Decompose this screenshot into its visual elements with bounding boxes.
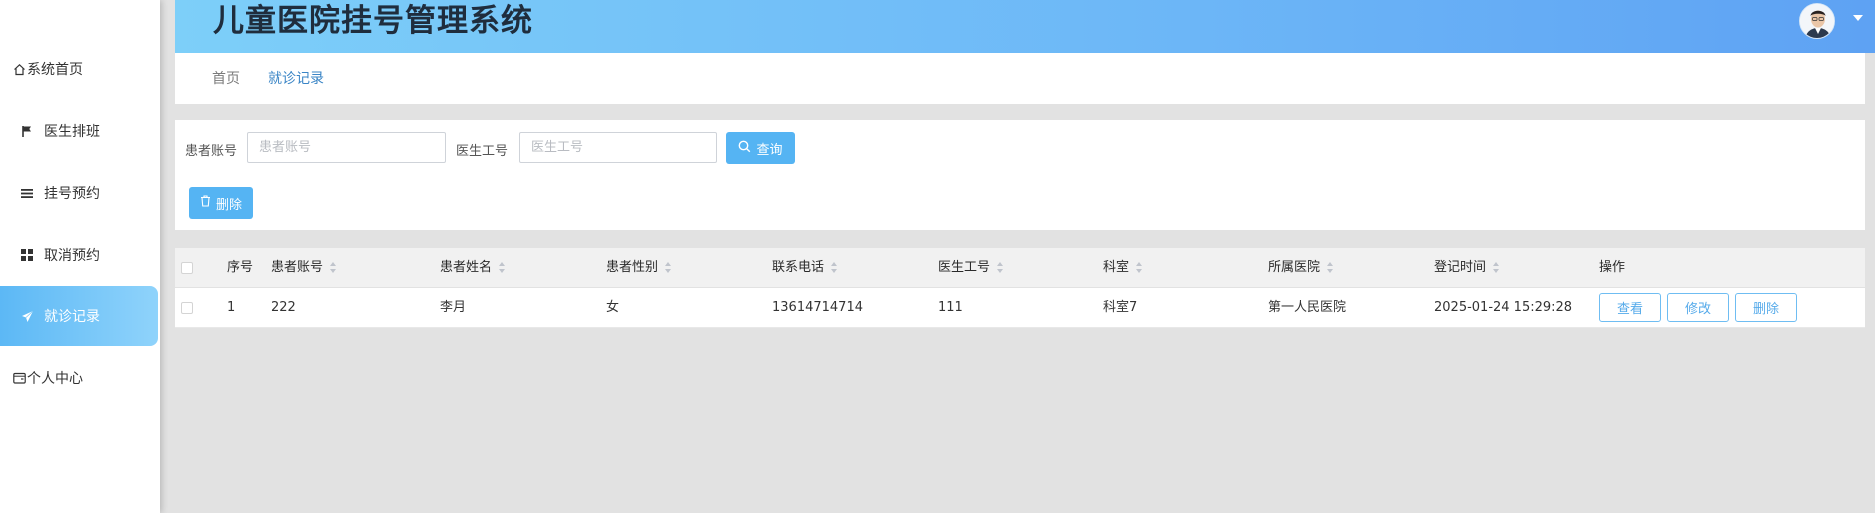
filter-panel: 患者账号 医生工号 查询 删除 bbox=[175, 120, 1865, 230]
doctor-id-input[interactable] bbox=[519, 132, 717, 163]
bulk-delete-button[interactable]: 删除 bbox=[189, 187, 253, 219]
column-header-doctor-id[interactable]: 医生工号 bbox=[938, 248, 1004, 288]
table-header: 序号 患者账号 患者姓名 患者性别 联系电话 医生工号 科室 所属医院 登记时间… bbox=[175, 248, 1865, 288]
delete-button[interactable]: 删除 bbox=[1735, 293, 1797, 322]
sort-icon[interactable] bbox=[499, 262, 506, 273]
app-title: 儿童医院挂号管理系统 bbox=[213, 3, 533, 39]
sidebar-item-visit-records[interactable]: 就诊记录 bbox=[0, 286, 158, 346]
sort-icon[interactable] bbox=[1493, 262, 1500, 273]
sidebar-item-profile[interactable]: 个人中心 bbox=[0, 348, 158, 408]
send-icon bbox=[19, 308, 35, 324]
wallet-icon bbox=[11, 370, 27, 386]
column-header-actions: 操作 bbox=[1599, 260, 1626, 275]
trash-icon bbox=[200, 195, 211, 211]
sidebar-item-label: 就诊记录 bbox=[44, 309, 100, 325]
sidebar-item-home[interactable]: 系统首页 bbox=[0, 39, 158, 99]
select-all-checkbox[interactable] bbox=[181, 262, 193, 274]
home-icon bbox=[11, 61, 27, 77]
cell-gender: 女 bbox=[606, 300, 620, 315]
list-icon bbox=[19, 185, 35, 201]
row-checkbox[interactable] bbox=[181, 302, 193, 314]
cell-patient-name: 李月 bbox=[440, 300, 467, 315]
column-header-patient-name[interactable]: 患者姓名 bbox=[440, 248, 506, 288]
sort-icon[interactable] bbox=[1136, 262, 1143, 273]
sort-icon[interactable] bbox=[831, 262, 838, 273]
column-header-gender[interactable]: 患者性别 bbox=[606, 248, 672, 288]
sort-icon[interactable] bbox=[665, 262, 672, 273]
view-button[interactable]: 查看 bbox=[1599, 293, 1661, 322]
flag-icon bbox=[19, 123, 35, 139]
cell-doctor-id: 111 bbox=[938, 300, 963, 315]
search-icon bbox=[738, 140, 751, 157]
cell-phone: 13614714714 bbox=[772, 300, 863, 315]
cell-index: 1 bbox=[227, 300, 236, 315]
sidebar-item-appointment[interactable]: 挂号预约 bbox=[0, 163, 158, 223]
sort-icon[interactable] bbox=[330, 262, 337, 273]
avatar[interactable] bbox=[1799, 3, 1835, 39]
sidebar-item-label: 个人中心 bbox=[27, 371, 83, 387]
search-button-label: 查询 bbox=[756, 142, 783, 158]
records-table: 序号 患者账号 患者姓名 患者性别 联系电话 医生工号 科室 所属医院 登记时间… bbox=[175, 248, 1865, 328]
table-row: 1 222 李月 女 13614714714 111 科室7 第一人民医院 20… bbox=[175, 288, 1865, 328]
column-header-index: 序号 bbox=[227, 260, 254, 275]
cell-hospital: 第一人民医院 bbox=[1268, 300, 1347, 315]
column-header-phone[interactable]: 联系电话 bbox=[772, 248, 838, 288]
grid-icon bbox=[19, 247, 35, 263]
sidebar-item-label: 挂号预约 bbox=[44, 186, 100, 202]
column-header-hospital[interactable]: 所属医院 bbox=[1268, 248, 1334, 288]
sidebar-item-label: 取消预约 bbox=[44, 248, 100, 264]
sidebar-item-doctor-schedule[interactable]: 医生排班 bbox=[0, 101, 158, 161]
sort-icon[interactable] bbox=[997, 262, 1004, 273]
cell-registered-at: 2025-01-24 15:29:28 bbox=[1434, 300, 1573, 315]
sidebar-item-label: 医生排班 bbox=[44, 124, 100, 140]
top-header: 儿童医院挂号管理系统 bbox=[175, 0, 1875, 53]
breadcrumb-home[interactable]: 首页 bbox=[212, 68, 240, 88]
patient-account-label: 患者账号 bbox=[185, 144, 238, 159]
edit-button[interactable]: 修改 bbox=[1667, 293, 1729, 322]
patient-account-input[interactable] bbox=[247, 132, 446, 163]
cell-patient-account: 222 bbox=[271, 300, 296, 315]
delete-button-label: 删除 bbox=[215, 197, 242, 213]
column-header-patient-account[interactable]: 患者账号 bbox=[271, 248, 337, 288]
chevron-down-icon[interactable] bbox=[1853, 15, 1863, 21]
sort-icon[interactable] bbox=[1327, 262, 1334, 273]
search-button[interactable]: 查询 bbox=[726, 132, 795, 164]
user-avatar-icon bbox=[1800, 4, 1834, 38]
column-header-department[interactable]: 科室 bbox=[1103, 248, 1143, 288]
breadcrumb: 首页 就诊记录 bbox=[175, 53, 1865, 104]
sidebar: 系统首页 医生排班 挂号预约 取消预约 就诊记录 个人中心 bbox=[0, 0, 160, 513]
sidebar-item-cancel-appointment[interactable]: 取消预约 bbox=[0, 225, 158, 285]
cell-department: 科室7 bbox=[1103, 300, 1138, 315]
column-header-registered-at[interactable]: 登记时间 bbox=[1434, 248, 1500, 288]
doctor-id-label: 医生工号 bbox=[456, 144, 509, 159]
sidebar-item-label: 系统首页 bbox=[27, 62, 83, 78]
breadcrumb-current: 就诊记录 bbox=[268, 71, 324, 87]
